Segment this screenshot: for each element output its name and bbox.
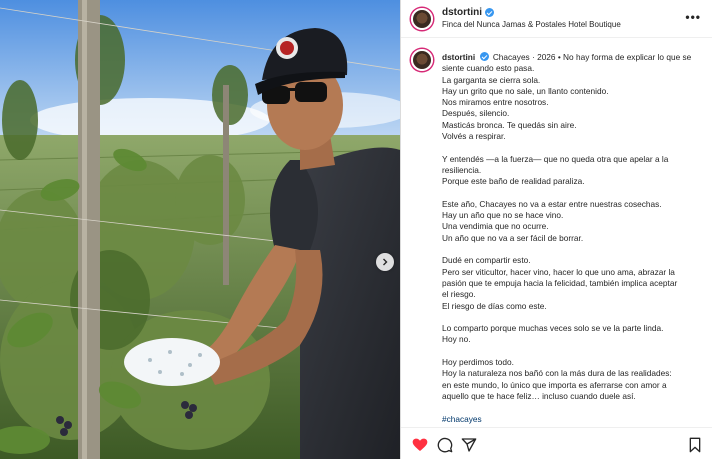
share-button[interactable] xyxy=(461,437,477,453)
caption-line: Volvés a respirar. xyxy=(442,131,506,142)
caption-line: Una vendimia que no ocurre. xyxy=(442,221,549,232)
caption-text: dstortini Chacayes · 2026 • No hay forma… xyxy=(442,52,704,425)
caption-line: aquello que te hace feliz… incluso cuand… xyxy=(442,390,636,401)
vineyard-photo-illustration xyxy=(0,0,400,459)
caption-line: Dudé en compartir esto. xyxy=(442,255,531,266)
verified-badge-icon xyxy=(479,52,489,61)
bookmark-icon xyxy=(689,437,701,453)
caption-line: resiliencia. xyxy=(442,164,482,175)
caption-line: siente cuando esto pasa. xyxy=(442,63,535,74)
heart-icon xyxy=(412,438,428,451)
caption-line: pasión que te empuja hacia la felicidad,… xyxy=(442,277,678,288)
like-button[interactable] xyxy=(412,437,428,453)
caption-first-line: dstortini Chacayes · 2026 • No hay forma… xyxy=(442,52,704,63)
caption-line: Hoy no. xyxy=(442,334,471,345)
author-username-row: dstortini xyxy=(442,7,494,18)
share-icon xyxy=(461,438,477,452)
caption-line: Chacayes · 2026 • No hay forma de explic… xyxy=(492,52,692,62)
more-options-button[interactable]: ••• xyxy=(685,10,701,24)
caption-line: Hoy la naturaleza nos bañó con la más du… xyxy=(442,368,672,379)
comment-icon xyxy=(437,437,453,453)
caption-line: Y entendés —a la fuerza— que no queda ot… xyxy=(442,153,669,164)
post-header: dstortini Finca del Nunca Jamas & Postal… xyxy=(401,0,712,38)
author-avatar[interactable] xyxy=(411,8,433,30)
carousel-next-button[interactable] xyxy=(376,253,394,271)
caption-line: Masticás bronca. Te quedás sin aire. xyxy=(442,119,577,130)
caption-line: Este año, Chacayes no va a estar entre n… xyxy=(442,198,662,209)
caption-line: El riesgo de días como este. xyxy=(442,300,547,311)
post-photo xyxy=(0,0,400,459)
author-username[interactable]: dstortini xyxy=(442,7,482,18)
caption-line: el riesgo. xyxy=(442,289,476,300)
caption-line: La garganta se cierra sola. xyxy=(442,74,541,85)
caption-line: Porque este baño de realidad paraliza. xyxy=(442,176,585,187)
post-caption: dstortini Chacayes · 2026 • No hay forma… xyxy=(401,39,712,427)
post-side-panel: dstortini Finca del Nunca Jamas & Postal… xyxy=(400,0,712,459)
more-icon: ••• xyxy=(685,10,701,24)
caption-line: Pero ser viticultor, hacer vino, hacer l… xyxy=(442,266,675,277)
caption-line: Hoy perdimos todo. xyxy=(442,357,514,368)
caption-line: Hay un año que no se hace vino. xyxy=(442,210,564,221)
caption-line: Después, silencio. xyxy=(442,108,510,119)
post-location[interactable]: Finca del Nunca Jamas & Postales Hotel B… xyxy=(442,20,621,29)
caption-line: Nos miramos entre nosotros. xyxy=(442,97,549,108)
chevron-right-icon xyxy=(383,258,388,266)
caption-line: Lo comparto porque muchas veces solo se … xyxy=(442,323,664,334)
verified-badge-icon xyxy=(485,8,494,17)
caption-line: en este mundo, lo único que importa es a… xyxy=(442,379,667,390)
save-button[interactable] xyxy=(687,437,703,453)
hashtag-link[interactable]: #chacayes xyxy=(442,414,482,424)
post-actions-bar xyxy=(401,427,712,459)
caption-line: Hay un grito que no sale, un llanto cont… xyxy=(442,85,609,96)
caption-username[interactable]: dstortini xyxy=(442,52,475,62)
caption-line: Un año que no va a ser fácil de borrar. xyxy=(442,232,584,243)
caption-author-avatar[interactable] xyxy=(411,49,433,71)
comment-button[interactable] xyxy=(437,437,453,453)
